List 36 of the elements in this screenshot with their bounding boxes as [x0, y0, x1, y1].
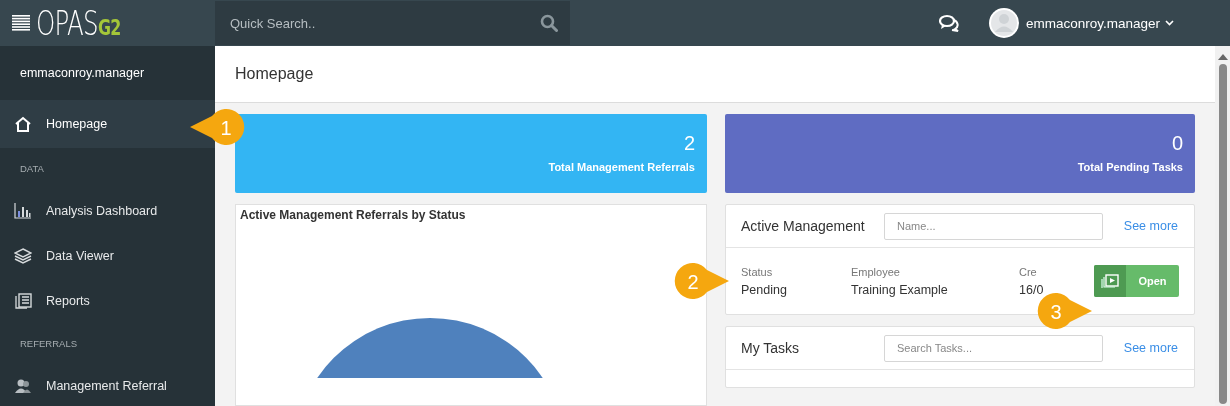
stat-label: Total Pending Tasks — [1077, 161, 1183, 173]
table-cell-text: Training Example — [851, 282, 949, 297]
search-icon[interactable] — [540, 14, 558, 32]
stat-value: 2 — [683, 132, 695, 155]
documents-icon — [14, 292, 32, 309]
layers-icon — [14, 247, 32, 264]
chat-icon[interactable] — [938, 14, 959, 32]
bar-chart-icon — [14, 202, 32, 219]
column-header: Employee — [851, 265, 901, 278]
task-search-field[interactable]: Search Tasks... — [884, 334, 1103, 362]
stat-value: 0 — [1171, 132, 1183, 155]
column-header: Cre — [1019, 265, 1038, 278]
sidebar-item[interactable]: Reports — [0, 278, 215, 323]
panel-title: Active Management — [741, 218, 866, 234]
column-header: Status — [741, 265, 774, 278]
sidebar-item[interactable]: Data Viewer — [0, 233, 215, 278]
caret-icon — [1165, 20, 1174, 26]
user-menu-button[interactable]: emmaconroy.manager — [1025, 15, 1174, 31]
avatar-icon[interactable] — [988, 8, 1019, 38]
play-cards-icon — [1101, 274, 1119, 288]
quick-search-field[interactable]: Quick Search.. — [215, 1, 570, 45]
sidebar-item[interactable]: Management Referral — [0, 363, 215, 406]
logo[interactable]: OPASG2 — [36, 6, 121, 40]
panel-title: My Tasks — [741, 340, 801, 356]
table-cell-text: Pending — [741, 282, 788, 297]
stat-label: Total Management Referrals — [548, 161, 695, 173]
page-title: Homepage — [235, 65, 314, 83]
chart-title: Active Management Referrals by Status — [239, 207, 467, 224]
section-heading: DATA — [19, 161, 45, 176]
menu-icon[interactable] — [12, 15, 30, 31]
users-icon — [14, 377, 32, 394]
sidebar-item[interactable]: Homepage — [0, 100, 215, 148]
name-search-field[interactable]: Name... — [884, 212, 1103, 240]
section-heading: REFERRALS — [19, 336, 78, 351]
sidebar-item[interactable]: Analysis Dashboard — [0, 188, 215, 233]
home-icon — [14, 116, 32, 132]
